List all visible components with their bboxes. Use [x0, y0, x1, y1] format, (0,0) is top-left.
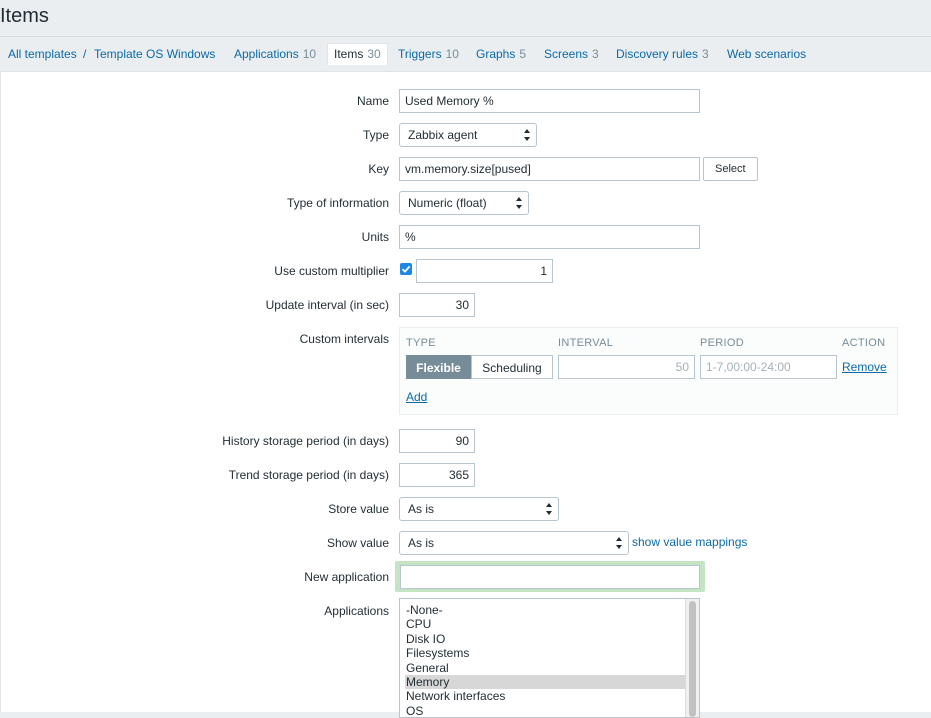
list-item[interactable]: General [405, 661, 685, 675]
units-input[interactable]: % [399, 225, 700, 249]
show-value-mappings-link[interactable]: show value mappings [632, 534, 747, 550]
page-title: Items [0, 5, 49, 27]
custom-intervals-label: Custom intervals [299, 332, 389, 346]
flexible-toggle[interactable]: Flexible [406, 355, 471, 379]
update-interval-label: Update interval (in sec) [265, 298, 389, 312]
multiplier-label: Use custom multiplier [274, 264, 389, 278]
list-item[interactable]: OS [405, 704, 685, 717]
show-value-select[interactable]: As is [399, 531, 629, 555]
col-action-header: ACTION [842, 337, 886, 349]
col-interval-header: INTERVAL [558, 337, 614, 349]
show-value-select-value: As is [408, 536, 435, 550]
applications-listbox[interactable]: -None- CPU Disk IO Filesystems General M… [399, 598, 700, 718]
custom-intervals-table: TYPE INTERVAL PERIOD ACTION Flexible Sch… [399, 327, 898, 415]
scrollbar-thumb[interactable] [689, 601, 696, 717]
units-label: Units [361, 230, 389, 244]
navigation-bar: All templates / Template OS Windows Appl… [0, 36, 931, 71]
tab-applications[interactable]: Applications 10 [234, 46, 316, 62]
col-period-header: PERIOD [700, 337, 744, 349]
trend-label: Trend storage period (in days) [228, 468, 389, 482]
tab-screens[interactable]: Screens 3 [544, 46, 599, 62]
show-value-label: Show value [326, 536, 389, 550]
new-application-input[interactable] [400, 565, 700, 589]
period-input[interactable]: 1-7,00:00-24:00 [700, 355, 837, 379]
select-arrows-icon [516, 197, 522, 209]
tab-items[interactable]: Items 30 [327, 43, 388, 65]
list-item-selected[interactable]: Memory [405, 675, 685, 689]
select-arrows-icon [524, 129, 530, 141]
key-input[interactable]: vm.memory.size[pused] [399, 157, 700, 181]
applications-label: Applications [324, 604, 389, 618]
store-value-select-value: As is [408, 502, 435, 516]
key-select-button[interactable]: Select [703, 157, 758, 181]
tab-web-scenarios[interactable]: Web scenarios [727, 46, 806, 62]
history-label: History storage period (in days) [222, 434, 389, 448]
list-item[interactable]: Disk IO [405, 632, 685, 646]
item-form-panel: Name Used Memory % Type Zabbix agent Key… [0, 71, 931, 718]
type-select-value: Zabbix agent [408, 128, 478, 142]
trend-input[interactable]: 365 [399, 463, 475, 487]
remove-interval-link[interactable]: Remove [842, 359, 887, 375]
interval-input[interactable]: 50 [558, 355, 695, 379]
type-label: Type [362, 128, 389, 142]
check-icon [401, 265, 411, 273]
select-arrows-icon [546, 503, 552, 515]
breadcrumb-separator: / [83, 47, 87, 61]
update-interval-input[interactable]: 30 [399, 293, 475, 317]
key-label: Key [368, 162, 389, 176]
store-value-select[interactable]: As is [399, 497, 559, 521]
new-application-label: New application [304, 570, 389, 584]
col-type-header: TYPE [406, 337, 436, 349]
list-item[interactable]: Network interfaces [405, 689, 685, 703]
scheduling-toggle[interactable]: Scheduling [471, 355, 553, 379]
list-item[interactable]: Filesystems [405, 646, 685, 660]
history-input[interactable]: 90 [399, 429, 475, 453]
name-label: Name [356, 94, 389, 108]
list-item[interactable]: CPU [405, 617, 685, 631]
tab-triggers[interactable]: Triggers 10 [398, 46, 459, 62]
store-value-label: Store value [328, 502, 389, 516]
type-select[interactable]: Zabbix agent [399, 123, 537, 147]
type-info-label: Type of information [286, 196, 389, 210]
name-input[interactable]: Used Memory % [399, 89, 700, 113]
tab-discovery-rules[interactable]: Discovery rules 3 [616, 46, 709, 62]
list-item[interactable]: -None- [405, 603, 685, 617]
tab-graphs[interactable]: Graphs 5 [476, 46, 526, 62]
breadcrumb-template[interactable]: Template OS Windows [94, 46, 215, 62]
multiplier-input[interactable]: 1 [416, 259, 553, 283]
select-arrows-icon [616, 537, 622, 549]
type-info-select-value: Numeric (float) [408, 196, 487, 210]
breadcrumb-all-templates[interactable]: All templates [8, 46, 77, 62]
add-interval-link[interactable]: Add [406, 389, 427, 405]
type-info-select[interactable]: Numeric (float) [399, 191, 529, 215]
multiplier-checkbox[interactable] [400, 263, 412, 275]
listbox-scrollbar[interactable] [685, 599, 699, 717]
